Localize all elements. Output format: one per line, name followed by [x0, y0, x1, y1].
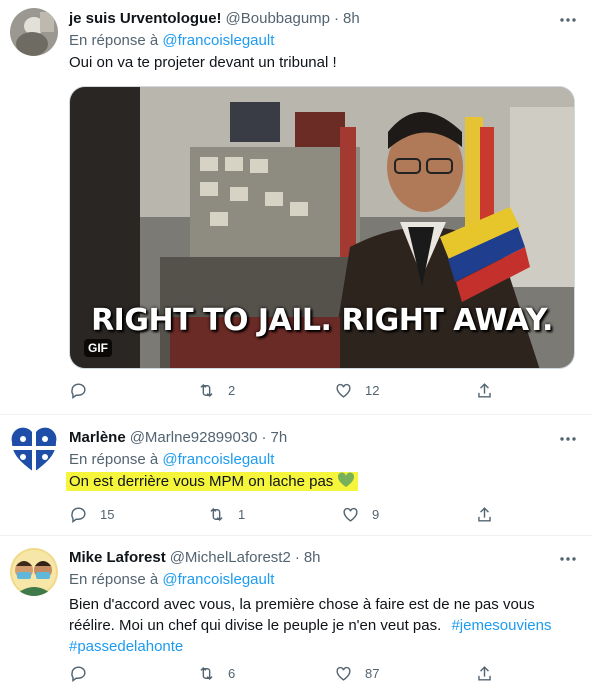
tweet-1[interactable]: je suis Urventologue! @Boubbagump · 8h E… [0, 0, 592, 415]
reply-icon [71, 666, 86, 683]
reply-count: 15 [100, 507, 115, 522]
reply-icon [71, 383, 86, 400]
user-handle[interactable]: @MichelLaforest2 [170, 548, 291, 568]
retweet-button[interactable]: 1 [207, 505, 245, 524]
tweet-text-line-2: réélire. Moi un chef qui divise le peupl… [69, 617, 442, 634]
timestamp[interactable]: 8h [343, 9, 360, 29]
gif-media[interactable]: RIGHT TO JAIL. RIGHT AWAY. GIF [69, 86, 575, 369]
share-icon [478, 507, 491, 522]
avatar[interactable] [10, 8, 58, 56]
like-button[interactable]: 12 [334, 381, 379, 400]
reply-mention[interactable]: @francoislegault [162, 451, 274, 468]
gif-badge: GIF [84, 339, 112, 357]
more-options-icon[interactable] [558, 10, 578, 30]
separator-dot: · [261, 429, 267, 446]
reply-prefix: En réponse à [69, 571, 159, 588]
share-icon [478, 383, 491, 398]
retweet-button[interactable]: 2 [197, 381, 235, 400]
share-icon [478, 666, 491, 681]
reply-button[interactable]: 15 [69, 505, 114, 524]
tweet-text: Bien d'accord avec vous, la première cho… [69, 594, 579, 657]
timestamp[interactable]: 8h [304, 548, 321, 568]
retweet-icon [200, 666, 213, 681]
retweet-count: 1 [238, 507, 246, 522]
separator-dot: · [294, 549, 300, 566]
more-options-icon[interactable] [558, 549, 578, 569]
like-count: 87 [365, 666, 380, 681]
gif-caption: RIGHT TO JAIL. RIGHT AWAY. [91, 303, 553, 338]
tweet-2[interactable]: Marlène @Marlne92899030 · 7h En réponse … [0, 416, 592, 536]
reply-prefix: En réponse à [69, 32, 159, 49]
like-count: 12 [365, 383, 380, 398]
reply-prefix: En réponse à [69, 451, 159, 468]
display-name[interactable]: Mike Laforest [69, 548, 166, 568]
retweet-icon [200, 383, 213, 398]
retweet-count: 6 [228, 666, 236, 681]
heart-icon [336, 383, 351, 398]
avatar[interactable] [10, 548, 58, 596]
retweet-count: 2 [228, 383, 236, 398]
tweet-text: On est derrière vous MPM on lache pas [69, 473, 334, 490]
share-button[interactable] [475, 664, 494, 683]
timestamp[interactable]: 7h [271, 428, 288, 448]
tweet-text-line-1: Bien d'accord avec vous, la première cho… [69, 596, 535, 613]
quebec-heart-flag [11, 427, 57, 472]
highlighted-text: On est derrière vous MPM on lache pas [66, 472, 359, 491]
display-name[interactable]: Marlène [69, 428, 126, 448]
share-button[interactable] [475, 381, 494, 400]
like-button[interactable]: 9 [341, 505, 379, 524]
heart-icon [336, 666, 351, 681]
hashtag-link[interactable]: #passedelahonte [69, 638, 183, 655]
like-count: 9 [372, 507, 380, 522]
tweet-text: Oui on va te projeter devant un tribunal… [69, 54, 337, 71]
tweet-3[interactable]: Mike Laforest @MichelLaforest2 · 8h En r… [0, 537, 592, 691]
avatar[interactable] [10, 426, 58, 474]
green-heart-icon [338, 472, 355, 487]
reply-button[interactable] [69, 381, 88, 400]
reply-icon [71, 507, 86, 524]
reply-button[interactable] [69, 664, 88, 683]
heart-icon [343, 507, 358, 522]
retweet-button[interactable]: 6 [197, 664, 235, 683]
user-handle[interactable]: @Marlne92899030 [130, 428, 258, 448]
hashtag-link[interactable]: #jemesouviens [451, 617, 551, 634]
reply-mention[interactable]: @francoislegault [162, 32, 274, 49]
like-button[interactable]: 87 [334, 664, 379, 683]
display-name[interactable]: je suis Urventologue! [69, 9, 222, 29]
avatar-image [10, 548, 58, 596]
user-handle[interactable]: @Boubbagump [226, 9, 330, 29]
share-button[interactable] [475, 505, 494, 524]
separator-dot: · [334, 10, 339, 27]
more-options-icon[interactable] [558, 429, 578, 449]
retweet-icon [210, 507, 223, 522]
reply-mention[interactable]: @francoislegault [162, 571, 274, 588]
